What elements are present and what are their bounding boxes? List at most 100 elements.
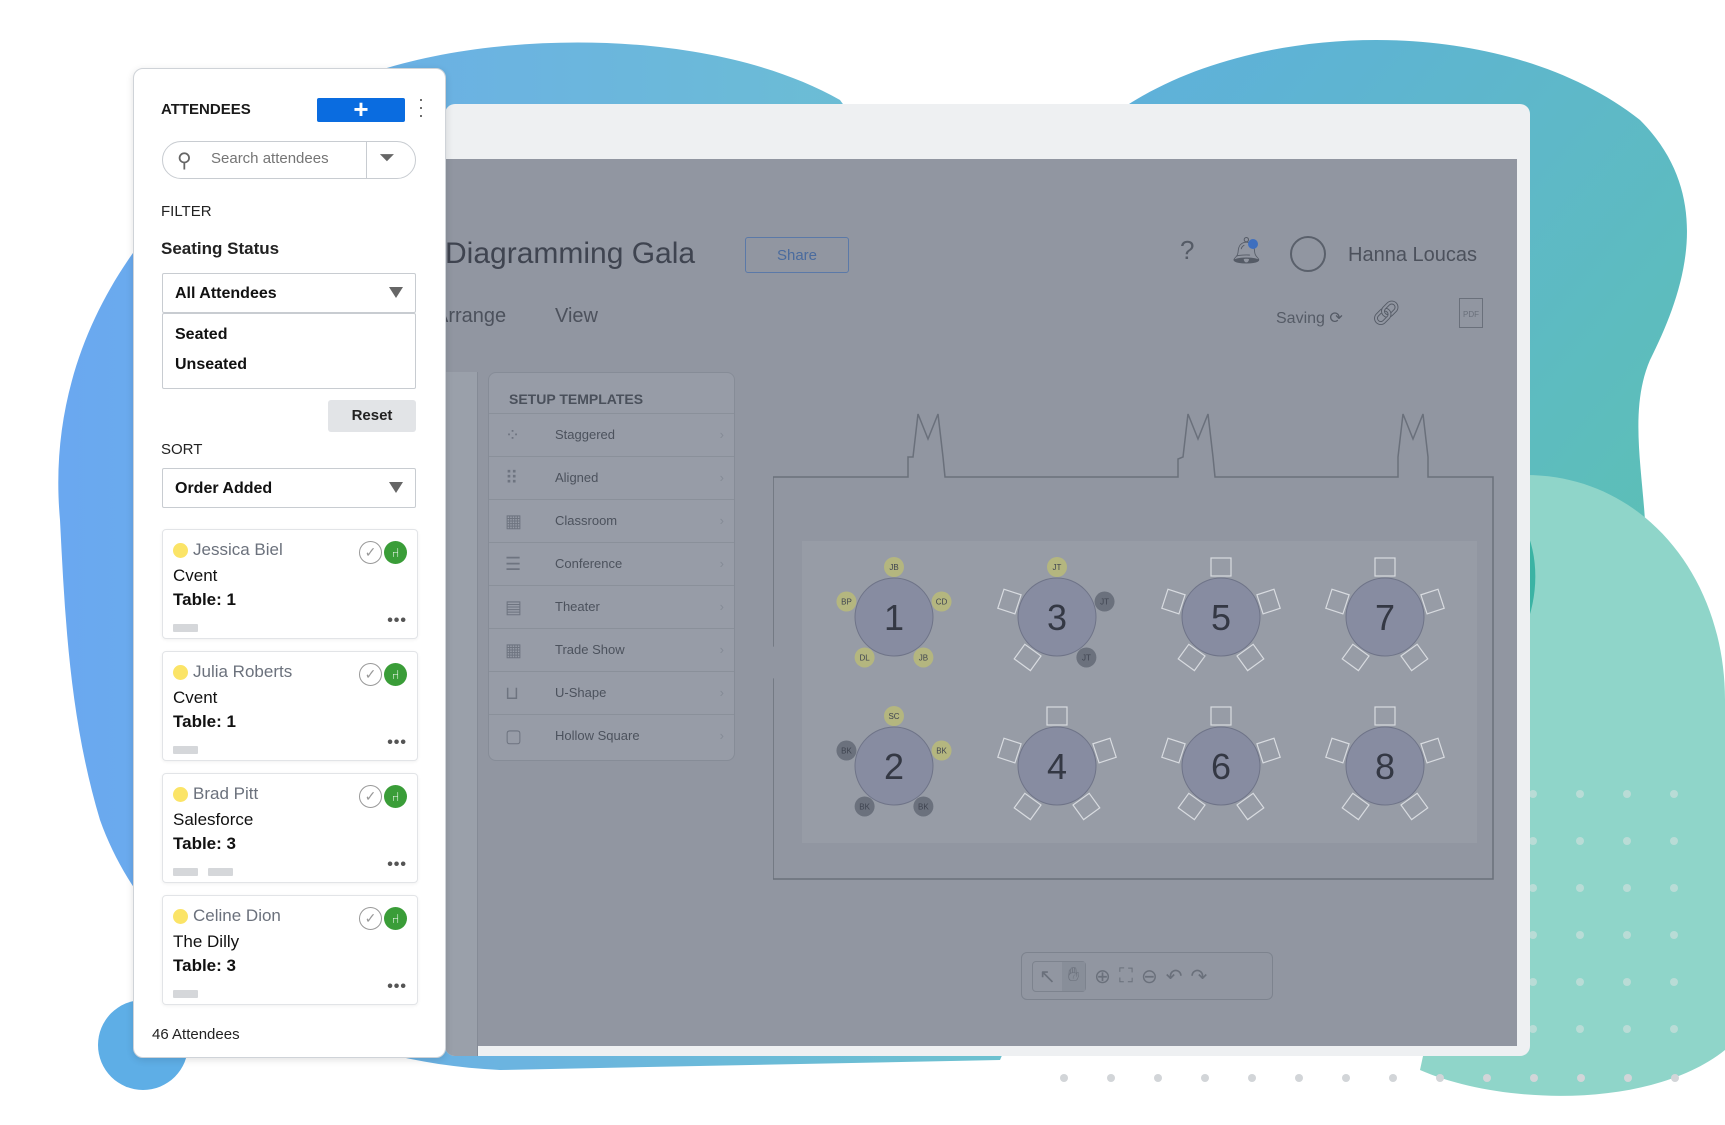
template-label: Hollow Square bbox=[555, 728, 640, 743]
kebab-icon[interactable]: · · · bbox=[416, 90, 426, 124]
chevron-right-icon: › bbox=[719, 513, 724, 528]
check-in-icon[interactable]: ✓ bbox=[359, 541, 382, 564]
fit-screen-icon[interactable]: ⛶ bbox=[1119, 965, 1133, 988]
template-icon: ⊔ bbox=[505, 682, 520, 703]
attendee-card[interactable]: Jessica Biel Cvent Table: 1 ✓ ⑁ ••• bbox=[162, 529, 418, 639]
attendee-name[interactable]: Jessica Biel bbox=[193, 540, 283, 560]
attendee-company: Cvent bbox=[173, 688, 218, 707]
option-seated[interactable]: Seated bbox=[175, 326, 227, 344]
seating-status-options: Seated Unseated bbox=[162, 313, 416, 389]
attendee-card[interactable]: Celine Dion The Dilly Table: 3 ✓ ⑁ ••• bbox=[162, 895, 418, 1005]
pdf-icon[interactable]: PDF bbox=[1459, 298, 1483, 328]
seated-chair-icon[interactable]: ⑁ bbox=[384, 907, 407, 930]
chevron-right-icon: › bbox=[719, 728, 724, 743]
attendee-table: Table: 3 bbox=[173, 834, 236, 853]
template-item[interactable]: ☰ Conference › bbox=[489, 542, 734, 584]
attendee-card[interactable]: Brad Pitt Salesforce Table: 3 ✓ ⑁ ••• bbox=[162, 773, 418, 883]
redo-icon[interactable]: ↷ bbox=[1190, 964, 1207, 989]
tab-arrange[interactable]: Arrange bbox=[445, 305, 506, 328]
check-in-icon[interactable]: ✓ bbox=[359, 663, 382, 686]
seating-status-select[interactable]: All Attendees bbox=[162, 273, 416, 313]
seat-initials: JT bbox=[1053, 563, 1062, 572]
template-item[interactable]: ▦ Classroom › bbox=[489, 499, 734, 541]
share-button[interactable]: Share bbox=[745, 237, 849, 273]
select-tool-icon[interactable]: ↖ bbox=[1033, 962, 1062, 991]
template-label: Trade Show bbox=[555, 642, 625, 657]
template-item[interactable]: ⠿ Aligned › bbox=[489, 456, 734, 498]
table-number: 2 bbox=[884, 746, 904, 787]
filter-label: FILTER bbox=[161, 203, 212, 220]
user-name[interactable]: Hanna Loucas bbox=[1348, 244, 1477, 267]
attendees-panel: ATTENDEES + ··· ⚲ ⏷ FILTER Seating Statu… bbox=[133, 68, 446, 1058]
status-dot bbox=[173, 665, 188, 680]
seat-initials: JB bbox=[889, 563, 898, 572]
attendee-name[interactable]: Celine Dion bbox=[193, 906, 281, 926]
bell-icon[interactable]: 🔔︎ bbox=[1230, 235, 1263, 266]
seat-initials: BK bbox=[936, 747, 947, 756]
table-number: 3 bbox=[1047, 597, 1067, 638]
canvas-toolbar: ↖ ✋︎ ⊕ ⛶ ⊖ ↶ ↷ bbox=[1021, 952, 1273, 1000]
more-options-icon[interactable]: ••• bbox=[387, 856, 407, 874]
attendee-count: 46 Attendees bbox=[152, 1026, 240, 1043]
more-options-icon[interactable]: ••• bbox=[387, 612, 407, 630]
check-in-icon[interactable]: ✓ bbox=[359, 907, 382, 930]
seat-initials: BK bbox=[918, 802, 929, 811]
template-item[interactable]: ▤ Theater › bbox=[489, 585, 734, 627]
saving-status: Saving ⟳ bbox=[1276, 308, 1343, 328]
chevron-right-icon: › bbox=[719, 642, 724, 657]
zoom-out-icon[interactable]: ⊖ bbox=[1141, 964, 1158, 989]
chevron-down-icon bbox=[389, 482, 403, 493]
pan-hand-icon[interactable]: ✋︎ bbox=[1061, 961, 1086, 991]
template-label: Theater bbox=[555, 599, 600, 614]
attendee-table: Table: 1 bbox=[173, 590, 236, 609]
search-icon: ⚲ bbox=[177, 150, 192, 172]
app-window: Diagramming Gala Share ? 🔔︎ Hanna Loucas… bbox=[445, 104, 1530, 1056]
attendee-company: Cvent bbox=[173, 566, 218, 585]
attendee-table: Table: 1 bbox=[173, 712, 236, 731]
tag bbox=[173, 990, 198, 998]
help-icon[interactable]: ? bbox=[1180, 235, 1194, 266]
undo-icon[interactable]: ↶ bbox=[1166, 964, 1183, 989]
floor-plan: JB CD JB DL BP 1 JT JT JT 3 5 7 SC BK BK BK BK 2 4 6 8 bbox=[773, 413, 1494, 880]
sort-select[interactable]: Order Added bbox=[162, 468, 416, 508]
template-item[interactable]: ⊔ U-Shape › bbox=[489, 671, 734, 713]
selected-value: Order Added bbox=[175, 480, 273, 497]
template-label: Aligned bbox=[555, 470, 599, 485]
table-number: 4 bbox=[1047, 746, 1067, 787]
template-item[interactable]: ▦ Trade Show › bbox=[489, 628, 734, 670]
template-icon: ▦ bbox=[505, 639, 523, 660]
template-item[interactable]: ⁘ Staggered › bbox=[489, 413, 734, 455]
seat-initials: BK bbox=[841, 747, 852, 756]
notification-dot bbox=[1248, 239, 1258, 249]
seat-initials: CD bbox=[936, 598, 948, 607]
filter-icon[interactable]: ⏷ bbox=[379, 147, 395, 170]
seat-initials: SC bbox=[888, 712, 899, 721]
attendee-name[interactable]: Julia Roberts bbox=[193, 662, 292, 682]
seated-chair-icon[interactable]: ⑁ bbox=[384, 663, 407, 686]
status-dot bbox=[173, 787, 188, 802]
check-in-icon[interactable]: ✓ bbox=[359, 785, 382, 808]
search-input[interactable] bbox=[211, 150, 351, 167]
attendee-card[interactable]: Julia Roberts Cvent Table: 1 ✓ ⑁ ••• bbox=[162, 651, 418, 761]
search-box: ⚲ ⏷ bbox=[162, 141, 416, 179]
seated-chair-icon[interactable]: ⑁ bbox=[384, 785, 407, 808]
zoom-in-icon[interactable]: ⊕ bbox=[1094, 964, 1111, 989]
tag bbox=[173, 868, 198, 876]
table-number: 1 bbox=[884, 597, 904, 638]
seated-chair-icon[interactable]: ⑁ bbox=[384, 541, 407, 564]
template-item[interactable]: ▢ Hollow Square › bbox=[489, 714, 734, 756]
tab-view[interactable]: View bbox=[555, 305, 598, 328]
more-options-icon[interactable]: ••• bbox=[387, 978, 407, 996]
template-icon: ☰ bbox=[505, 553, 522, 574]
chevron-right-icon: › bbox=[719, 599, 724, 614]
chevron-down-icon bbox=[389, 287, 403, 298]
link-icon[interactable]: 🔗︎ bbox=[1371, 299, 1401, 328]
reset-button[interactable]: Reset bbox=[328, 400, 416, 432]
table-number: 6 bbox=[1211, 746, 1231, 787]
option-unseated[interactable]: Unseated bbox=[175, 356, 247, 374]
add-attendee-button[interactable]: + bbox=[317, 96, 405, 122]
attendee-name[interactable]: Brad Pitt bbox=[193, 784, 258, 804]
avatar-icon[interactable] bbox=[1290, 236, 1326, 272]
more-options-icon[interactable]: ••• bbox=[387, 734, 407, 752]
attendee-company: The Dilly bbox=[173, 932, 240, 951]
